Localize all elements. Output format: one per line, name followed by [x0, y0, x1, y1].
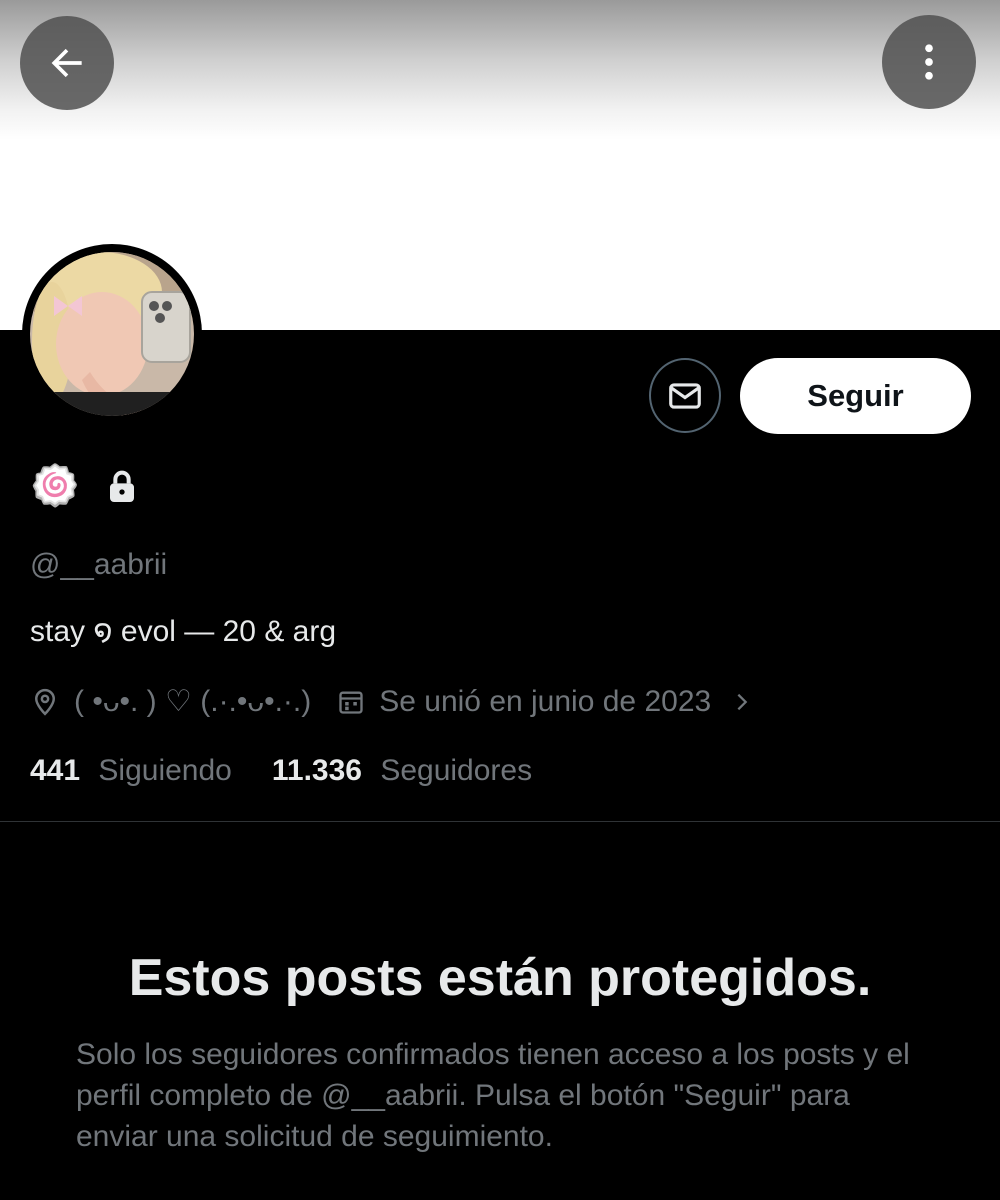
follow-button[interactable]: Seguir	[740, 358, 971, 434]
lock-icon	[109, 470, 134, 502]
chevron-right-icon[interactable]	[731, 689, 753, 715]
followers-link[interactable]: 11.336 Seguidores	[272, 754, 532, 788]
location-pin-icon	[34, 688, 56, 716]
arrow-left-icon	[51, 48, 82, 78]
following-label: Siguiendo	[98, 754, 232, 787]
protected-description: Solo los seguidores confirmados tienen a…	[76, 1038, 910, 1153]
profile-joined-date: Se unió en junio de 2023	[379, 684, 712, 718]
more-vertical-icon	[925, 44, 933, 80]
more-options-button[interactable]	[882, 15, 976, 109]
profile-meta: ( •ᴗ•. ) ♡ (.·.•ᴗ•.·.) Se unió en junio …	[30, 684, 753, 719]
avatar-photo	[30, 252, 194, 416]
message-button[interactable]	[649, 358, 721, 433]
follow-stats: 441 Siguiendo 11.336 Seguidores	[30, 754, 532, 788]
divider	[0, 821, 1000, 822]
following-count: 441	[30, 754, 81, 787]
profile-handle: @__aabrii	[30, 548, 168, 581]
profile-bio: stay ໑ evol — 20 & arg	[30, 615, 337, 648]
followers-count: 11.336	[271, 754, 362, 787]
calendar-icon	[339, 691, 363, 714]
back-button[interactable]	[20, 16, 114, 110]
avatar[interactable]	[22, 244, 202, 424]
profile-location: ( •ᴗ•. ) ♡ (.·.•ᴗ•.·.)	[74, 685, 312, 718]
display-name-row: 🍥	[30, 462, 138, 510]
followers-label: Seguidores	[380, 754, 533, 787]
following-link[interactable]: 441 Siguiendo	[30, 754, 232, 788]
protected-title: Estos posts están protegidos.	[128, 949, 872, 1007]
envelope-icon	[669, 382, 701, 409]
display-name-emoji: 🍥	[30, 464, 80, 508]
